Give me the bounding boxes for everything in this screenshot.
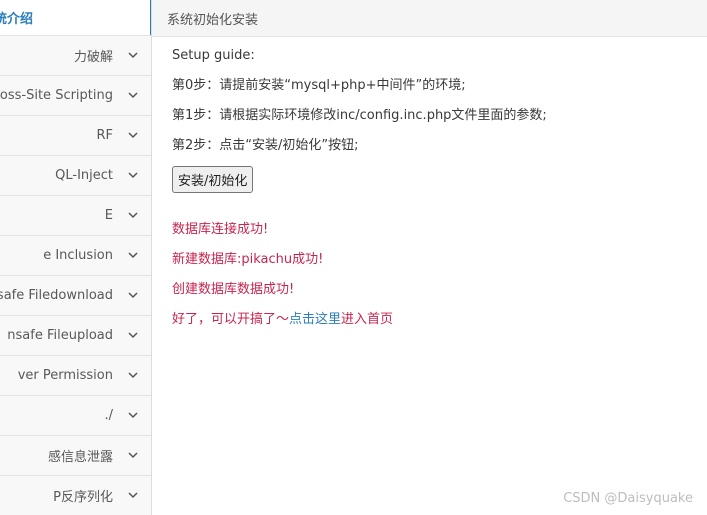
- chevron-down-icon: [128, 412, 138, 419]
- sidebar-item-label: P反序列化: [53, 490, 113, 505]
- page-title: 系统初始化安装: [167, 12, 259, 28]
- sidebar-item-xss[interactable]: oss-Site Scripting: [0, 76, 151, 116]
- done-message-prefix: 好了，可以开搞了～: [172, 312, 290, 327]
- sidebar-item-php-unserialize[interactable]: P反序列化: [0, 476, 151, 515]
- chevron-down-icon: [128, 92, 138, 99]
- chevron-down-icon: [128, 452, 138, 459]
- setup-step-1: 第1步：请根据实际环境修改inc/config.inc.php文件里面的参数;: [172, 108, 547, 123]
- sidebar-item-info-leak[interactable]: 感信息泄露: [0, 436, 151, 476]
- setup-guide-title: Setup guide:: [172, 48, 255, 63]
- sidebar-item-label: E: [104, 208, 113, 223]
- done-message-suffix: 进入首页: [341, 312, 394, 327]
- sidebar-item-csrf[interactable]: RF: [0, 116, 151, 156]
- home-link[interactable]: 点击这里: [289, 312, 341, 327]
- sidebar-item-label: QL-Inject: [55, 168, 113, 183]
- main-content: Setup guide: 第0步：请提前安装“mysql+php+中间件”的环境…: [172, 46, 697, 340]
- setup-step-2: 第2步：点击“安装/初始化”按钮;: [172, 138, 359, 153]
- sidebar-item-label: ./: [104, 408, 113, 423]
- db-data-message: 创建数据库数据成功!: [172, 282, 295, 297]
- chevron-down-icon: [128, 212, 138, 219]
- install-init-button[interactable]: 安装/初始化: [172, 166, 254, 193]
- sidebar-item-label: nsafe Fileupload: [7, 328, 113, 343]
- chevron-down-icon: [128, 52, 138, 59]
- db-connect-message: 数据库连接成功!: [172, 222, 269, 237]
- chevron-down-icon: [128, 252, 138, 259]
- sidebar: 统介绍 力破解 oss-Site Scripting RF QL-Inject …: [0, 0, 152, 515]
- sidebar-item-intro[interactable]: 统介绍: [0, 0, 151, 36]
- sidebar-item-label: nsafe Filedownload: [0, 288, 113, 303]
- sidebar-item-unsafe-filedownload[interactable]: nsafe Filedownload: [0, 276, 151, 316]
- chevron-down-icon: [128, 372, 138, 379]
- sidebar-item-rce[interactable]: E: [0, 196, 151, 236]
- watermark: CSDN @Daisyquake: [563, 491, 693, 506]
- sidebar-item-label: 感信息泄露: [47, 450, 113, 465]
- sidebar-item-label: oss-Site Scripting: [0, 88, 113, 103]
- sidebar-item-label: ver Permission: [17, 368, 113, 383]
- sidebar-item-bruteforce[interactable]: 力破解: [0, 36, 151, 76]
- sidebar-item-over-permission[interactable]: ver Permission: [0, 356, 151, 396]
- chevron-down-icon: [128, 172, 138, 179]
- breadcrumb: 系统初始化安装: [152, 0, 707, 37]
- done-message: 好了，可以开搞了～点击这里进入首页: [172, 310, 697, 340]
- sidebar-item-file-inclusion[interactable]: e Inclusion: [0, 236, 151, 276]
- chevron-down-icon: [128, 492, 138, 499]
- sidebar-item-label: RF: [96, 128, 113, 143]
- sidebar-item-unsafe-fileupload[interactable]: nsafe Fileupload: [0, 316, 151, 356]
- chevron-down-icon: [128, 292, 138, 299]
- sidebar-item-dir-traversal[interactable]: ./: [0, 396, 151, 436]
- db-create-message: 新建数据库:pikachu成功!: [172, 252, 324, 267]
- setup-step-0: 第0步：请提前安装“mysql+php+中间件”的环境;: [172, 78, 466, 93]
- sidebar-item-label: 统介绍: [0, 12, 34, 27]
- chevron-down-icon: [128, 132, 138, 139]
- sidebar-item-sqli[interactable]: QL-Inject: [0, 156, 151, 196]
- sidebar-item-label: 力破解: [73, 50, 113, 65]
- chevron-down-icon: [128, 332, 138, 339]
- sidebar-item-label: e Inclusion: [43, 248, 113, 263]
